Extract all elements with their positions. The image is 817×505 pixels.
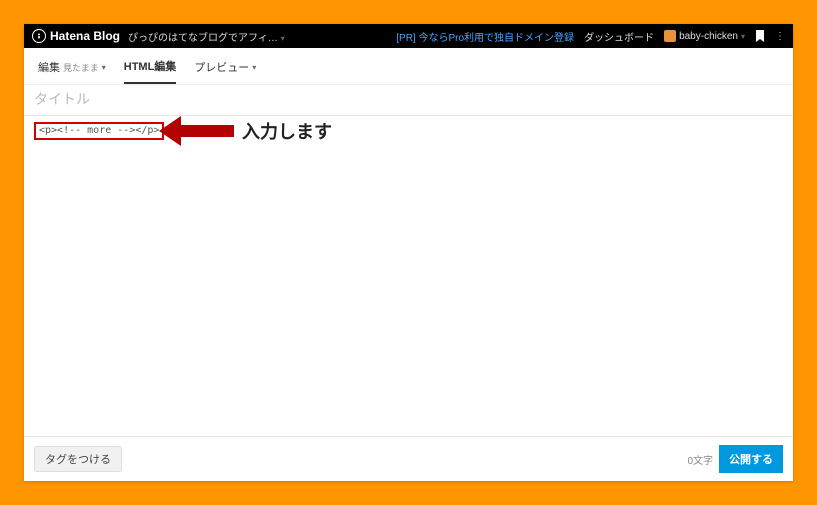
logo-text: Hatena Blog bbox=[50, 29, 120, 43]
logo[interactable]: Hatena Blog bbox=[32, 29, 120, 43]
blog-name-dropdown[interactable]: ぴっぴのはてなブログでアフィ… ▾ bbox=[128, 29, 285, 44]
hatena-logo-icon bbox=[32, 29, 46, 43]
footer: タグをつける 0文字 公開する bbox=[24, 436, 793, 481]
username: baby-chicken bbox=[679, 31, 738, 42]
title-input[interactable] bbox=[34, 91, 783, 107]
avatar bbox=[664, 30, 676, 42]
tab-edit[interactable]: 編集 見たまま ▾ bbox=[38, 59, 106, 83]
char-count: 0文字 bbox=[687, 452, 713, 467]
arrow-icon bbox=[159, 116, 234, 146]
add-tag-button[interactable]: タグをつける bbox=[34, 446, 122, 472]
chevron-down-icon: ▾ bbox=[252, 63, 256, 72]
chevron-down-icon: ▾ bbox=[102, 63, 106, 72]
bookmark-icon[interactable] bbox=[755, 30, 765, 42]
app-window: Hatena Blog ぴっぴのはてなブログでアフィ… ▾ [PR] 今ならPr… bbox=[24, 24, 793, 481]
topbar-right: [PR] 今ならPro利用で独自ドメイン登録 ダッシュボード baby-chic… bbox=[396, 29, 785, 44]
annotation-text: 入力します bbox=[242, 118, 332, 144]
topbar-left: Hatena Blog ぴっぴのはてなブログでアフィ… ▾ bbox=[32, 29, 285, 44]
dashboard-link[interactable]: ダッシュボード bbox=[584, 29, 654, 44]
user-menu[interactable]: baby-chicken ▾ bbox=[664, 30, 745, 42]
chevron-down-icon: ▾ bbox=[281, 34, 285, 43]
tab-preview[interactable]: プレビュー ▾ bbox=[194, 59, 256, 83]
editor-tabs: 編集 見たまま ▾ HTML編集 プレビュー ▾ bbox=[24, 48, 793, 85]
html-editor[interactable]: <p><!-- more --></p> 入力します bbox=[24, 116, 793, 436]
promo-link[interactable]: [PR] 今ならPro利用で独自ドメイン登録 bbox=[396, 29, 574, 44]
title-row bbox=[24, 85, 793, 116]
annotation-arrow: 入力します bbox=[159, 116, 332, 146]
code-snippet-highlight: <p><!-- more --></p> bbox=[34, 122, 164, 140]
publish-button[interactable]: 公開する bbox=[719, 445, 783, 473]
footer-right: 0文字 公開する bbox=[687, 445, 783, 473]
tab-html[interactable]: HTML編集 bbox=[124, 58, 177, 84]
menu-icon[interactable]: ⋮ bbox=[775, 31, 785, 42]
topbar: Hatena Blog ぴっぴのはてなブログでアフィ… ▾ [PR] 今ならPr… bbox=[24, 24, 793, 48]
chevron-down-icon: ▾ bbox=[741, 32, 745, 41]
